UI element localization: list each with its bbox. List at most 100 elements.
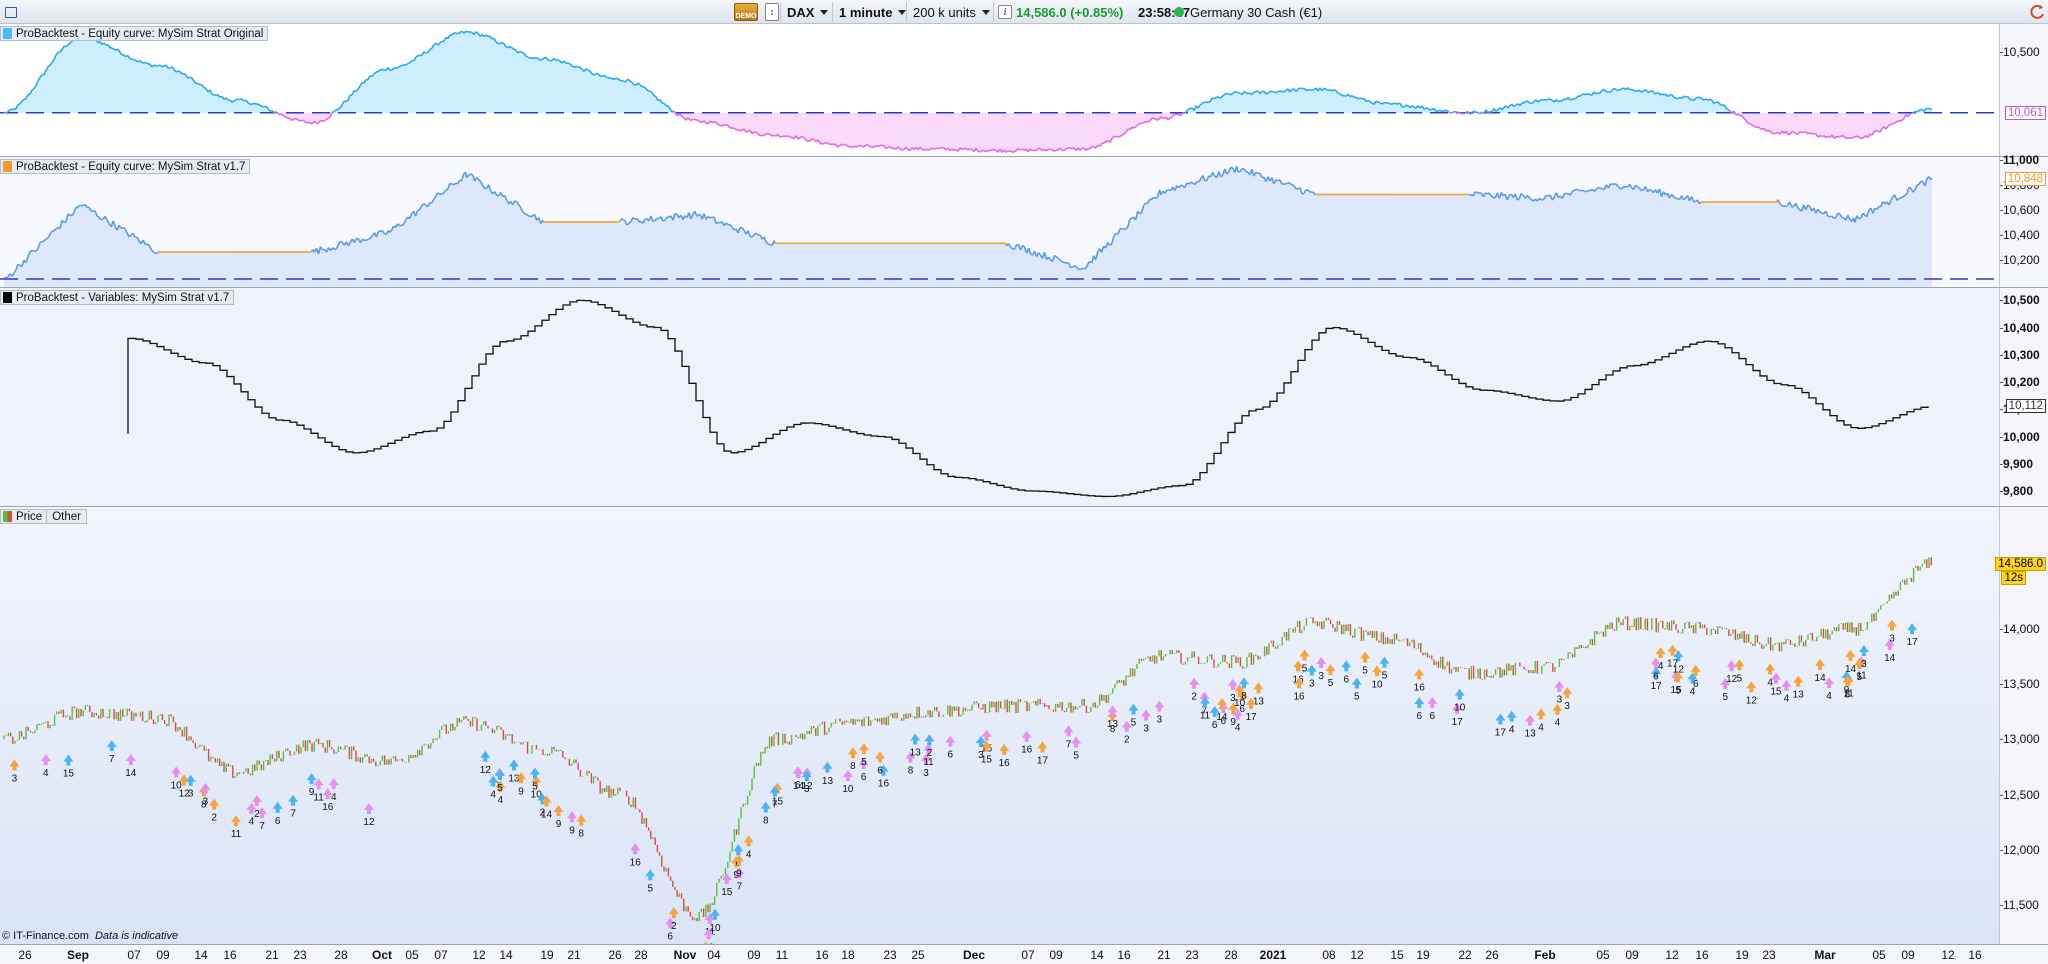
signal-count-label: 17 <box>1245 712 1257 723</box>
equity-original-segment <box>291 118 295 121</box>
variables-label[interactable]: ProBacktest - Variables: MySim Strat v1.… <box>0 290 235 305</box>
equity-original-segment <box>325 117 329 121</box>
signal-arrow-icon <box>1858 645 1869 657</box>
equity-original-segment <box>825 141 829 145</box>
units-selector[interactable]: 200 k units <box>906 2 996 22</box>
equity-original-segment <box>819 142 823 145</box>
equity-v17-segment <box>100 218 104 221</box>
equity-original-segment <box>609 76 613 80</box>
equity-v17-segment <box>622 218 626 222</box>
signal-arrow-icon <box>1341 660 1352 672</box>
signal-count-label: 11 <box>1200 711 1211 722</box>
equity-original-segment <box>629 80 633 84</box>
equity-original-segment <box>969 148 973 151</box>
equity-original-segment <box>1425 107 1429 110</box>
equity-original-segment <box>605 76 609 79</box>
x-tick-label: 16 <box>223 948 237 962</box>
equity-original-segment <box>1633 89 1637 93</box>
price-plot[interactable]: 3647598216101113141215176543364759821610… <box>0 507 2000 944</box>
price-value-tag: 14,586.0 <box>1995 556 2046 571</box>
signal-count-label: 4 <box>1826 691 1832 702</box>
equity-original-label[interactable]: ProBacktest - Equity curve: MySim Strat … <box>0 26 269 41</box>
equity-original-segment <box>23 97 27 101</box>
equity-original-segment <box>1147 120 1151 123</box>
equity-v17-segment <box>1180 184 1184 187</box>
equity-original-segment <box>17 102 21 106</box>
equity-original-segment <box>423 51 427 54</box>
signal-count-label: 4 <box>43 768 49 779</box>
price-tab[interactable]: Price <box>1 510 48 523</box>
signal-count-label: 3 <box>203 797 209 808</box>
x-tick-label: 07 <box>434 948 448 962</box>
equity-v17-segment <box>696 214 699 217</box>
equity-v17-segment <box>79 204 82 207</box>
x-tick-label: 04 <box>707 948 721 962</box>
equity-original-plot[interactable] <box>0 24 2000 156</box>
equity-v17-label[interactable]: ProBacktest - Equity curve: MySim Strat … <box>0 159 251 174</box>
window-icon[interactable] <box>5 2 17 22</box>
equity-original-segment <box>167 67 171 70</box>
signal-arrow-icon <box>1726 660 1737 672</box>
equity-original-segment <box>1235 91 1239 94</box>
equity-original-segment <box>429 47 433 51</box>
price-label: Price Other <box>0 509 87 524</box>
equity-v17-plot[interactable] <box>0 157 2000 287</box>
other-tab[interactable]: Other <box>47 511 86 523</box>
equity-original-swatch <box>3 28 12 39</box>
equity-original-gain-area <box>4 31 1932 113</box>
equity-v17-segment <box>423 203 426 206</box>
instrument-selector[interactable]: DAX <box>780 2 834 22</box>
equity-original-segment <box>1661 93 1665 96</box>
equity-original-segment <box>1359 97 1363 100</box>
signal-arrow-icon <box>733 844 744 856</box>
equity-original-segment <box>1325 88 1329 91</box>
equity-v17-segment <box>1285 182 1289 185</box>
signal-count-label: 12 <box>1726 674 1738 685</box>
compare-icon[interactable]: ↕ <box>765 2 779 22</box>
signal-arrow-icon <box>645 869 656 881</box>
variables-plot[interactable] <box>0 288 2000 506</box>
x-tick-label: 21 <box>567 948 581 962</box>
equity-original-segment <box>1367 99 1371 103</box>
signal-arrow-icon <box>1379 656 1390 668</box>
equity-v17-segment <box>1916 183 1920 186</box>
equity-v17-segment <box>620 218 624 221</box>
equity-v17-segment <box>1621 186 1625 189</box>
x-tick-label: 09 <box>747 948 761 962</box>
equity-v17-segment <box>715 221 719 225</box>
demo-icon[interactable]: DEMO <box>734 2 758 22</box>
y-tick-label: 10,000 <box>2000 429 2040 444</box>
equity-original-segment <box>1009 150 1013 153</box>
refresh-icon[interactable] <box>2028 2 2046 22</box>
signal-count-label: 4 <box>331 792 337 803</box>
signal-count-label: 17 <box>1667 659 1679 670</box>
equity-original-segment <box>1595 92 1599 95</box>
equity-original-segment <box>1375 100 1379 104</box>
signal-count-label: 14 <box>1884 653 1896 664</box>
signal-arrow-icon <box>530 767 541 779</box>
signal-count-label: 6 <box>795 780 801 791</box>
x-tick-label: Oct <box>371 948 393 962</box>
equity-v17-segment <box>437 192 441 195</box>
signal-arrow-icon <box>106 740 117 752</box>
equity-v17-segment <box>1109 243 1113 246</box>
equity-original-segment <box>111 47 115 50</box>
y-tick-label: 9,900 <box>1999 456 2034 471</box>
equity-original-segment <box>1631 88 1635 92</box>
info-icon[interactable]: i <box>993 2 1012 22</box>
equity-original-segment <box>31 87 35 91</box>
equity-original-segment <box>1117 135 1121 138</box>
equity-v17-value-tag: 10,848 <box>2004 171 2046 186</box>
equity-original-segment <box>1479 111 1483 115</box>
x-tick-label: 23 <box>1185 948 1199 962</box>
signal-arrow-icon <box>1765 663 1776 675</box>
equity-original-segment <box>733 127 737 131</box>
equity-v17-segment <box>1819 211 1823 214</box>
equity-original-segment <box>557 59 561 62</box>
signal-count-label: 8 <box>908 765 914 776</box>
equity-original-segment <box>521 51 525 55</box>
equity-original-segment <box>1445 109 1449 112</box>
x-axis: 26 Sep 07 09 14 16 21 23 28 Oct 05 07 12 14 19 21 26 28 No… <box>0 944 2048 964</box>
timeframe-selector[interactable]: 1 minute <box>832 2 912 22</box>
x-tick-label: 14 <box>194 948 208 962</box>
